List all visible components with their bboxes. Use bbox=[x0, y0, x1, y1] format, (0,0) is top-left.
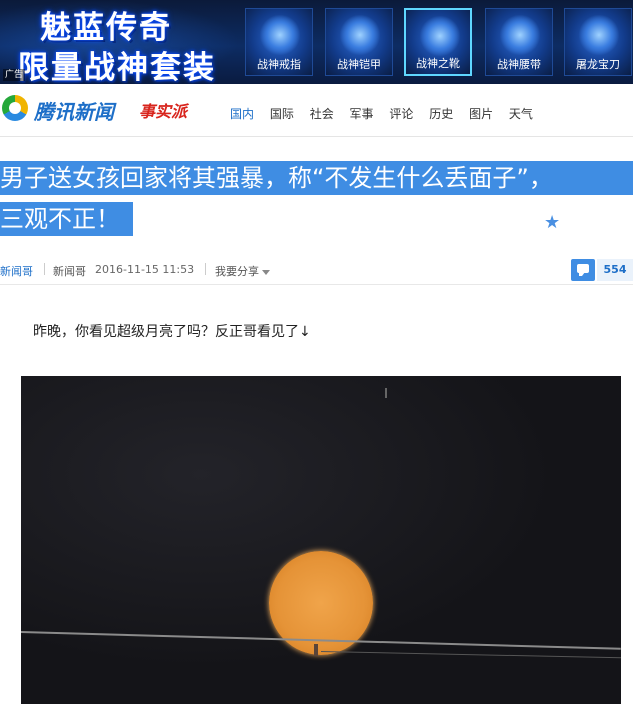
site-logo-text[interactable]: 腾讯新闻 bbox=[34, 96, 114, 125]
ad-item-label: 战神戒指 bbox=[257, 58, 301, 71]
ad-item-label: 屠龙宝刀 bbox=[576, 58, 620, 71]
ad-item-label: 战神腰带 bbox=[497, 58, 541, 71]
meta-divider bbox=[205, 263, 206, 275]
article-meta: 新闻哥 新闻哥 2016-11-15 11:53 我要分享 bbox=[0, 258, 633, 284]
channel-logo[interactable]: 事实派 bbox=[139, 98, 187, 122]
ad-headline: 魅蓝传奇 bbox=[40, 10, 172, 46]
comment-icon[interactable] bbox=[571, 259, 595, 281]
article-paragraph: 昨晚，你看见超级月亮了吗？反正哥看见了↓ bbox=[33, 324, 311, 340]
ad-banner[interactable]: 魅蓝传奇 限量战神套装 广告 战神戒指 战神铠甲 战神之靴 战神腰带 屠龙宝刀 bbox=[0, 0, 633, 84]
meta-divider-line bbox=[0, 284, 633, 285]
armor-icon bbox=[340, 15, 380, 55]
author-name: 新闻哥 bbox=[53, 265, 86, 278]
nav-item-photos[interactable]: 图片 bbox=[469, 105, 493, 122]
photo-hook bbox=[314, 644, 318, 656]
title-line-2: 三观不正！ bbox=[0, 202, 133, 236]
boots-icon bbox=[420, 16, 460, 56]
comment-count[interactable]: 554 bbox=[597, 259, 633, 281]
ad-item-ring[interactable]: 战神戒指 bbox=[245, 8, 313, 76]
nav-item-commentary[interactable]: 评论 bbox=[389, 105, 413, 122]
ad-subheadline: 限量战神套装 bbox=[18, 50, 216, 84]
site-header: 腾讯新闻 事实派 国内 国际 社会 军事 评论 历史 图片 天气 bbox=[0, 84, 633, 137]
title-line-1: 男子送女孩回家将其强暴，称“不发生什么丢面子”， bbox=[0, 161, 633, 195]
tencent-logo-icon[interactable] bbox=[2, 95, 28, 121]
caret-down-icon bbox=[262, 269, 270, 275]
source-link[interactable]: 新闻哥 bbox=[0, 263, 33, 279]
belt-icon bbox=[500, 15, 540, 55]
ad-item-belt[interactable]: 战神腰带 bbox=[485, 8, 553, 76]
ad-item-boots[interactable]: 战神之靴 bbox=[404, 8, 472, 76]
ring-icon bbox=[260, 15, 300, 55]
ad-item-armor[interactable]: 战神铠甲 bbox=[325, 8, 393, 76]
meta-divider bbox=[44, 263, 45, 275]
photo-detail bbox=[385, 388, 387, 398]
share-label: 我要分享 bbox=[215, 265, 259, 278]
ad-item-label: 战神铠甲 bbox=[337, 58, 381, 71]
ad-mark: 广告 bbox=[3, 69, 26, 81]
favorite-star-icon[interactable]: ★ bbox=[544, 212, 560, 233]
main-nav: 国内 国际 社会 军事 评论 历史 图片 天气 bbox=[230, 105, 545, 122]
publish-time: 2016-11-15 11:53 bbox=[95, 263, 195, 276]
article-title: 男子送女孩回家将其强暴，称“不发生什么丢面子”， 三观不正！ ★ bbox=[0, 154, 633, 240]
nav-item-military[interactable]: 军事 bbox=[350, 105, 374, 122]
nav-item-international[interactable]: 国际 bbox=[270, 105, 294, 122]
sword-icon bbox=[579, 15, 619, 55]
nav-item-weather[interactable]: 天气 bbox=[509, 105, 533, 122]
share-button[interactable]: 我要分享 bbox=[215, 263, 270, 279]
ad-item-label: 战神之靴 bbox=[416, 57, 460, 70]
nav-item-history[interactable]: 历史 bbox=[429, 105, 453, 122]
ad-item-sword[interactable]: 屠龙宝刀 bbox=[564, 8, 632, 76]
nav-item-domestic[interactable]: 国内 bbox=[230, 105, 254, 122]
article-photo[interactable] bbox=[21, 376, 621, 704]
nav-item-society[interactable]: 社会 bbox=[310, 105, 334, 122]
